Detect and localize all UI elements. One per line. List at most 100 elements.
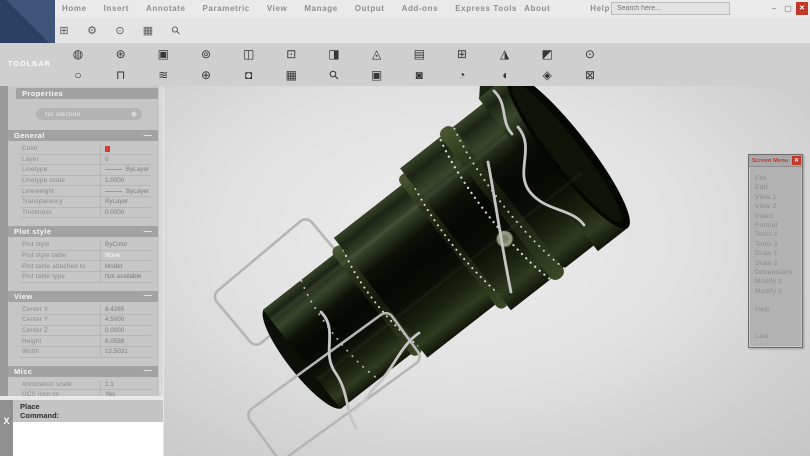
toolbar-icon-r1-1[interactable]: ⊛	[113, 47, 129, 61]
property-value[interactable]	[100, 144, 151, 154]
screen-menu-item-draw-1[interactable]: Draw 1	[755, 249, 802, 258]
property-row-plot-table-type[interactable]: Plot table typeNot available	[20, 272, 151, 283]
property-row-annotation-scale[interactable]: Annotation scale1:1	[20, 380, 151, 391]
menu-item-output[interactable]: Output	[355, 4, 385, 13]
property-value[interactable]: 1.0000	[100, 176, 151, 186]
menu-item-add-ons[interactable]: Add-ons	[402, 4, 439, 13]
screen-menu-close-icon[interactable]: ✕	[792, 156, 801, 165]
collapse-icon[interactable]: —	[144, 132, 152, 140]
property-value[interactable]: ByColor	[100, 240, 151, 250]
property-row-plot-table-attached-to[interactable]: Plot table attached toModel	[20, 261, 151, 272]
toolbar-icon-r2-8[interactable]: ◙	[411, 68, 427, 82]
property-row-lineweight[interactable]: LineweightByLayer	[20, 186, 151, 197]
property-value[interactable]: ByLayer	[100, 165, 151, 175]
property-value[interactable]: 4.5000	[100, 315, 151, 325]
table-style-icon[interactable]: ⊞	[57, 24, 71, 37]
toolbar-icon-r2-11[interactable]: ◈	[539, 68, 555, 82]
property-row-color[interactable]: Color	[20, 144, 151, 155]
screen-menu-item-file[interactable]: File	[755, 174, 802, 183]
property-value[interactable]: 6.0588	[100, 336, 151, 346]
property-row-center-x[interactable]: Center X8.4265	[20, 305, 151, 316]
toolbar-icon-r1-9[interactable]: ⊞	[454, 47, 470, 61]
menu-item-help[interactable]: Help	[590, 4, 610, 13]
toolbar-icon-r1-7[interactable]: ◬	[369, 47, 385, 61]
property-value[interactable]: 0	[100, 155, 151, 165]
section-header-view[interactable]: View—	[8, 291, 158, 302]
search-icon[interactable]: ⚲	[166, 20, 185, 39]
drawing-canvas[interactable]: Screen Menu ✕ FileEditView 1View 2Insert…	[163, 86, 810, 456]
property-value[interactable]: 1:1	[100, 380, 151, 390]
property-row-linetype[interactable]: LinetypeByLayer	[20, 165, 151, 176]
grip-dots-icon[interactable]: ∙∙∙	[3, 404, 10, 408]
property-row-transparency[interactable]: TransparencyByLayer	[20, 197, 151, 208]
toolbar-icon-r1-11[interactable]: ◩	[539, 47, 555, 61]
screen-menu-item-view-1[interactable]: View 1	[755, 193, 802, 202]
menu-item-parametric[interactable]: Parametric	[203, 4, 250, 13]
toolbar-icon-r2-0[interactable]: ○	[70, 68, 86, 82]
command-input-area[interactable]	[13, 422, 163, 456]
toolbar-icon-r2-5[interactable]: ▦	[283, 68, 299, 82]
toolbar-icon-r2-3[interactable]: ⊕	[198, 68, 214, 82]
grip-dots-icon[interactable]: ∙∙∙	[3, 448, 10, 452]
property-value[interactable]: Model	[100, 261, 151, 271]
property-value[interactable]: 8.4265	[100, 305, 151, 315]
command-window-close-button[interactable]: X	[3, 416, 9, 426]
toolbar-icon-r2-7[interactable]: ▣	[369, 68, 385, 82]
menu-item-insert[interactable]: Insert	[104, 4, 129, 13]
toolbar-icon-r1-3[interactable]: ⊚	[198, 47, 214, 61]
toolbar-icon-r1-4[interactable]: ◫	[241, 47, 257, 61]
menu-item-view[interactable]: View	[267, 4, 288, 13]
panel-edge-strip[interactable]	[0, 86, 8, 396]
property-row-plot-style[interactable]: Plot styleByColor	[20, 240, 151, 251]
property-value[interactable]: 0.0000	[100, 326, 151, 336]
screen-menu-item-view-2[interactable]: View 2	[755, 202, 802, 211]
toolbar-icon-r1-8[interactable]: ▤	[411, 47, 427, 61]
property-value[interactable]: ByLayer	[100, 197, 151, 207]
screen-menu-item-last[interactable]: Last	[755, 332, 802, 341]
screen-menu-item-dimensions[interactable]: Dimensions	[755, 268, 802, 277]
property-row-height[interactable]: Height6.0588	[20, 336, 151, 347]
section-header-general[interactable]: General—	[8, 130, 158, 141]
close-button[interactable]: ✕	[796, 2, 808, 15]
screen-menu-item-help[interactable]: Help	[755, 305, 802, 314]
property-value[interactable]: ByLayer	[100, 186, 151, 196]
toolbar-icon-r2-9[interactable]: ◔	[454, 68, 470, 82]
menu-item-annotate[interactable]: Annotate	[146, 4, 185, 13]
property-row-thickness[interactable]: Thickness0.0000	[20, 208, 151, 219]
toolbar-icon-r1-12[interactable]: ⊙	[582, 47, 598, 61]
menu-item-home[interactable]: Home	[62, 4, 87, 13]
toolbar-icon-r1-10[interactable]: ◮	[497, 47, 513, 61]
menu-item-express-tools[interactable]: Express Tools	[455, 4, 517, 13]
menu-item-about[interactable]: About	[524, 4, 550, 13]
section-header-misc[interactable]: Misc—	[8, 366, 158, 377]
property-value[interactable]: 0.0000	[100, 208, 151, 218]
selection-dropdown[interactable]: No slection ◉	[36, 108, 142, 120]
toolbar-icon-r2-4[interactable]: ◘	[241, 68, 257, 82]
gear-icon[interactable]: ⚙	[85, 24, 99, 37]
property-row-center-z[interactable]: Center Z0.0000	[20, 326, 151, 337]
property-row-layer[interactable]: Layer0	[20, 155, 151, 166]
screen-menu-item-modify-2[interactable]: Modify 2	[755, 287, 802, 296]
screen-menu-item-insert[interactable]: Insert	[755, 212, 802, 221]
toolbar-icon-r2-12[interactable]: ⊠	[582, 68, 598, 82]
property-row-center-y[interactable]: Center Y4.5000	[20, 315, 151, 326]
screen-menu-item-draw-2[interactable]: Draw 2	[755, 259, 802, 268]
toolbar-icon-r2-6[interactable]: ⚲	[323, 64, 344, 85]
screen-menu-titlebar[interactable]: Screen Menu ✕	[749, 155, 802, 167]
screen-menu-item-modify-1[interactable]: Modify 1	[755, 277, 802, 286]
toolbar-icon-r1-0[interactable]: ◍	[70, 47, 86, 61]
collapse-icon[interactable]: —	[144, 367, 152, 375]
collapse-icon[interactable]: —	[144, 228, 152, 236]
grid-icon[interactable]: ▦	[141, 24, 155, 37]
collapse-icon[interactable]: —	[144, 292, 152, 300]
toolbar-icon-r1-5[interactable]: ⊡	[283, 47, 299, 61]
toolbar-icon-r1-2[interactable]: ▣	[155, 47, 171, 61]
property-row-linetype-scale[interactable]: Linetype scale1.0000	[20, 176, 151, 187]
search-input[interactable]	[611, 2, 730, 15]
toolbar-icon-r2-10[interactable]: ◖	[497, 68, 513, 82]
toolbar-icon-r2-1[interactable]: ⊓	[113, 68, 129, 82]
property-row-width[interactable]: Width12.5031	[20, 347, 151, 358]
center-point-icon[interactable]: ⊙	[113, 24, 127, 37]
property-row-plot-style-table[interactable]: Plot style tableNone	[20, 251, 151, 262]
section-header-plot-style[interactable]: Plot style—	[8, 226, 158, 237]
